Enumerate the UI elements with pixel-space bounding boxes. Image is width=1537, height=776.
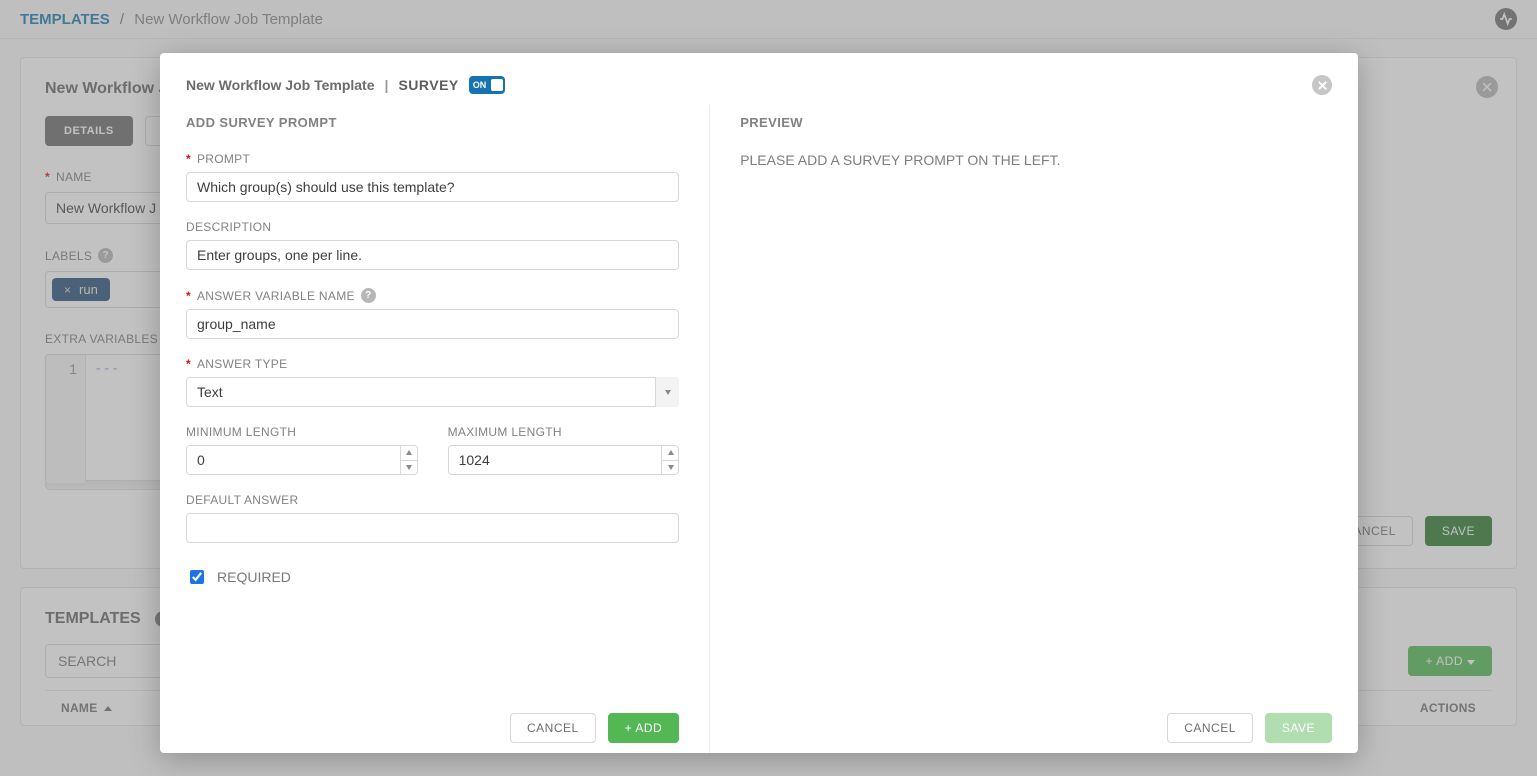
toggle-knob bbox=[491, 79, 503, 91]
preview-save-button: SAVE bbox=[1265, 713, 1332, 743]
default-answer-input[interactable] bbox=[186, 513, 679, 543]
required-label: REQUIRED bbox=[217, 569, 291, 585]
answer-type-dropdown-button[interactable] bbox=[655, 377, 679, 407]
min-length-label: MINIMUM LENGTH bbox=[186, 425, 418, 439]
required-checkbox[interactable] bbox=[190, 570, 204, 584]
modal-close-button[interactable] bbox=[1312, 75, 1332, 95]
help-icon[interactable]: ? bbox=[361, 288, 376, 303]
survey-cancel-button[interactable]: CANCEL bbox=[510, 713, 596, 743]
description-input[interactable] bbox=[186, 240, 679, 270]
preview-heading: PREVIEW bbox=[740, 115, 1332, 130]
modal-title: New Workflow Job Template bbox=[186, 77, 375, 93]
max-length-stepper[interactable] bbox=[661, 445, 679, 475]
prompt-input[interactable] bbox=[186, 172, 679, 202]
answer-type-label: *ANSWER TYPE bbox=[186, 357, 679, 371]
survey-toggle[interactable]: ON bbox=[469, 76, 505, 94]
modal-survey-label: SURVEY bbox=[398, 77, 458, 93]
min-length-stepper[interactable] bbox=[400, 445, 418, 475]
chevron-down-icon bbox=[665, 390, 671, 395]
modal-title-separator: | bbox=[385, 77, 389, 93]
stepper-up-icon[interactable] bbox=[662, 445, 679, 461]
answer-variable-name-label: *ANSWER VARIABLE NAME ? bbox=[186, 288, 679, 303]
survey-add-button[interactable]: + ADD bbox=[608, 713, 680, 743]
prompt-label: *PROMPT bbox=[186, 152, 679, 166]
default-answer-label: DEFAULT ANSWER bbox=[186, 493, 679, 507]
preview-empty-text: PLEASE ADD A SURVEY PROMPT ON THE LEFT. bbox=[740, 152, 1332, 168]
max-length-label: MAXIMUM LENGTH bbox=[448, 425, 680, 439]
add-survey-prompt-heading: ADD SURVEY PROMPT bbox=[186, 115, 679, 130]
toggle-label: ON bbox=[473, 80, 487, 90]
preview-cancel-button[interactable]: CANCEL bbox=[1167, 713, 1253, 743]
add-survey-modal: New Workflow Job Template | SURVEY ON AD… bbox=[160, 53, 1358, 753]
answer-variable-name-input[interactable] bbox=[186, 309, 679, 339]
min-length-input[interactable] bbox=[186, 445, 418, 475]
answer-type-select[interactable] bbox=[186, 377, 679, 407]
description-label: DESCRIPTION bbox=[186, 220, 679, 234]
max-length-input[interactable] bbox=[448, 445, 680, 475]
stepper-down-icon[interactable] bbox=[662, 461, 679, 476]
stepper-up-icon[interactable] bbox=[401, 445, 418, 461]
stepper-down-icon[interactable] bbox=[401, 461, 418, 476]
